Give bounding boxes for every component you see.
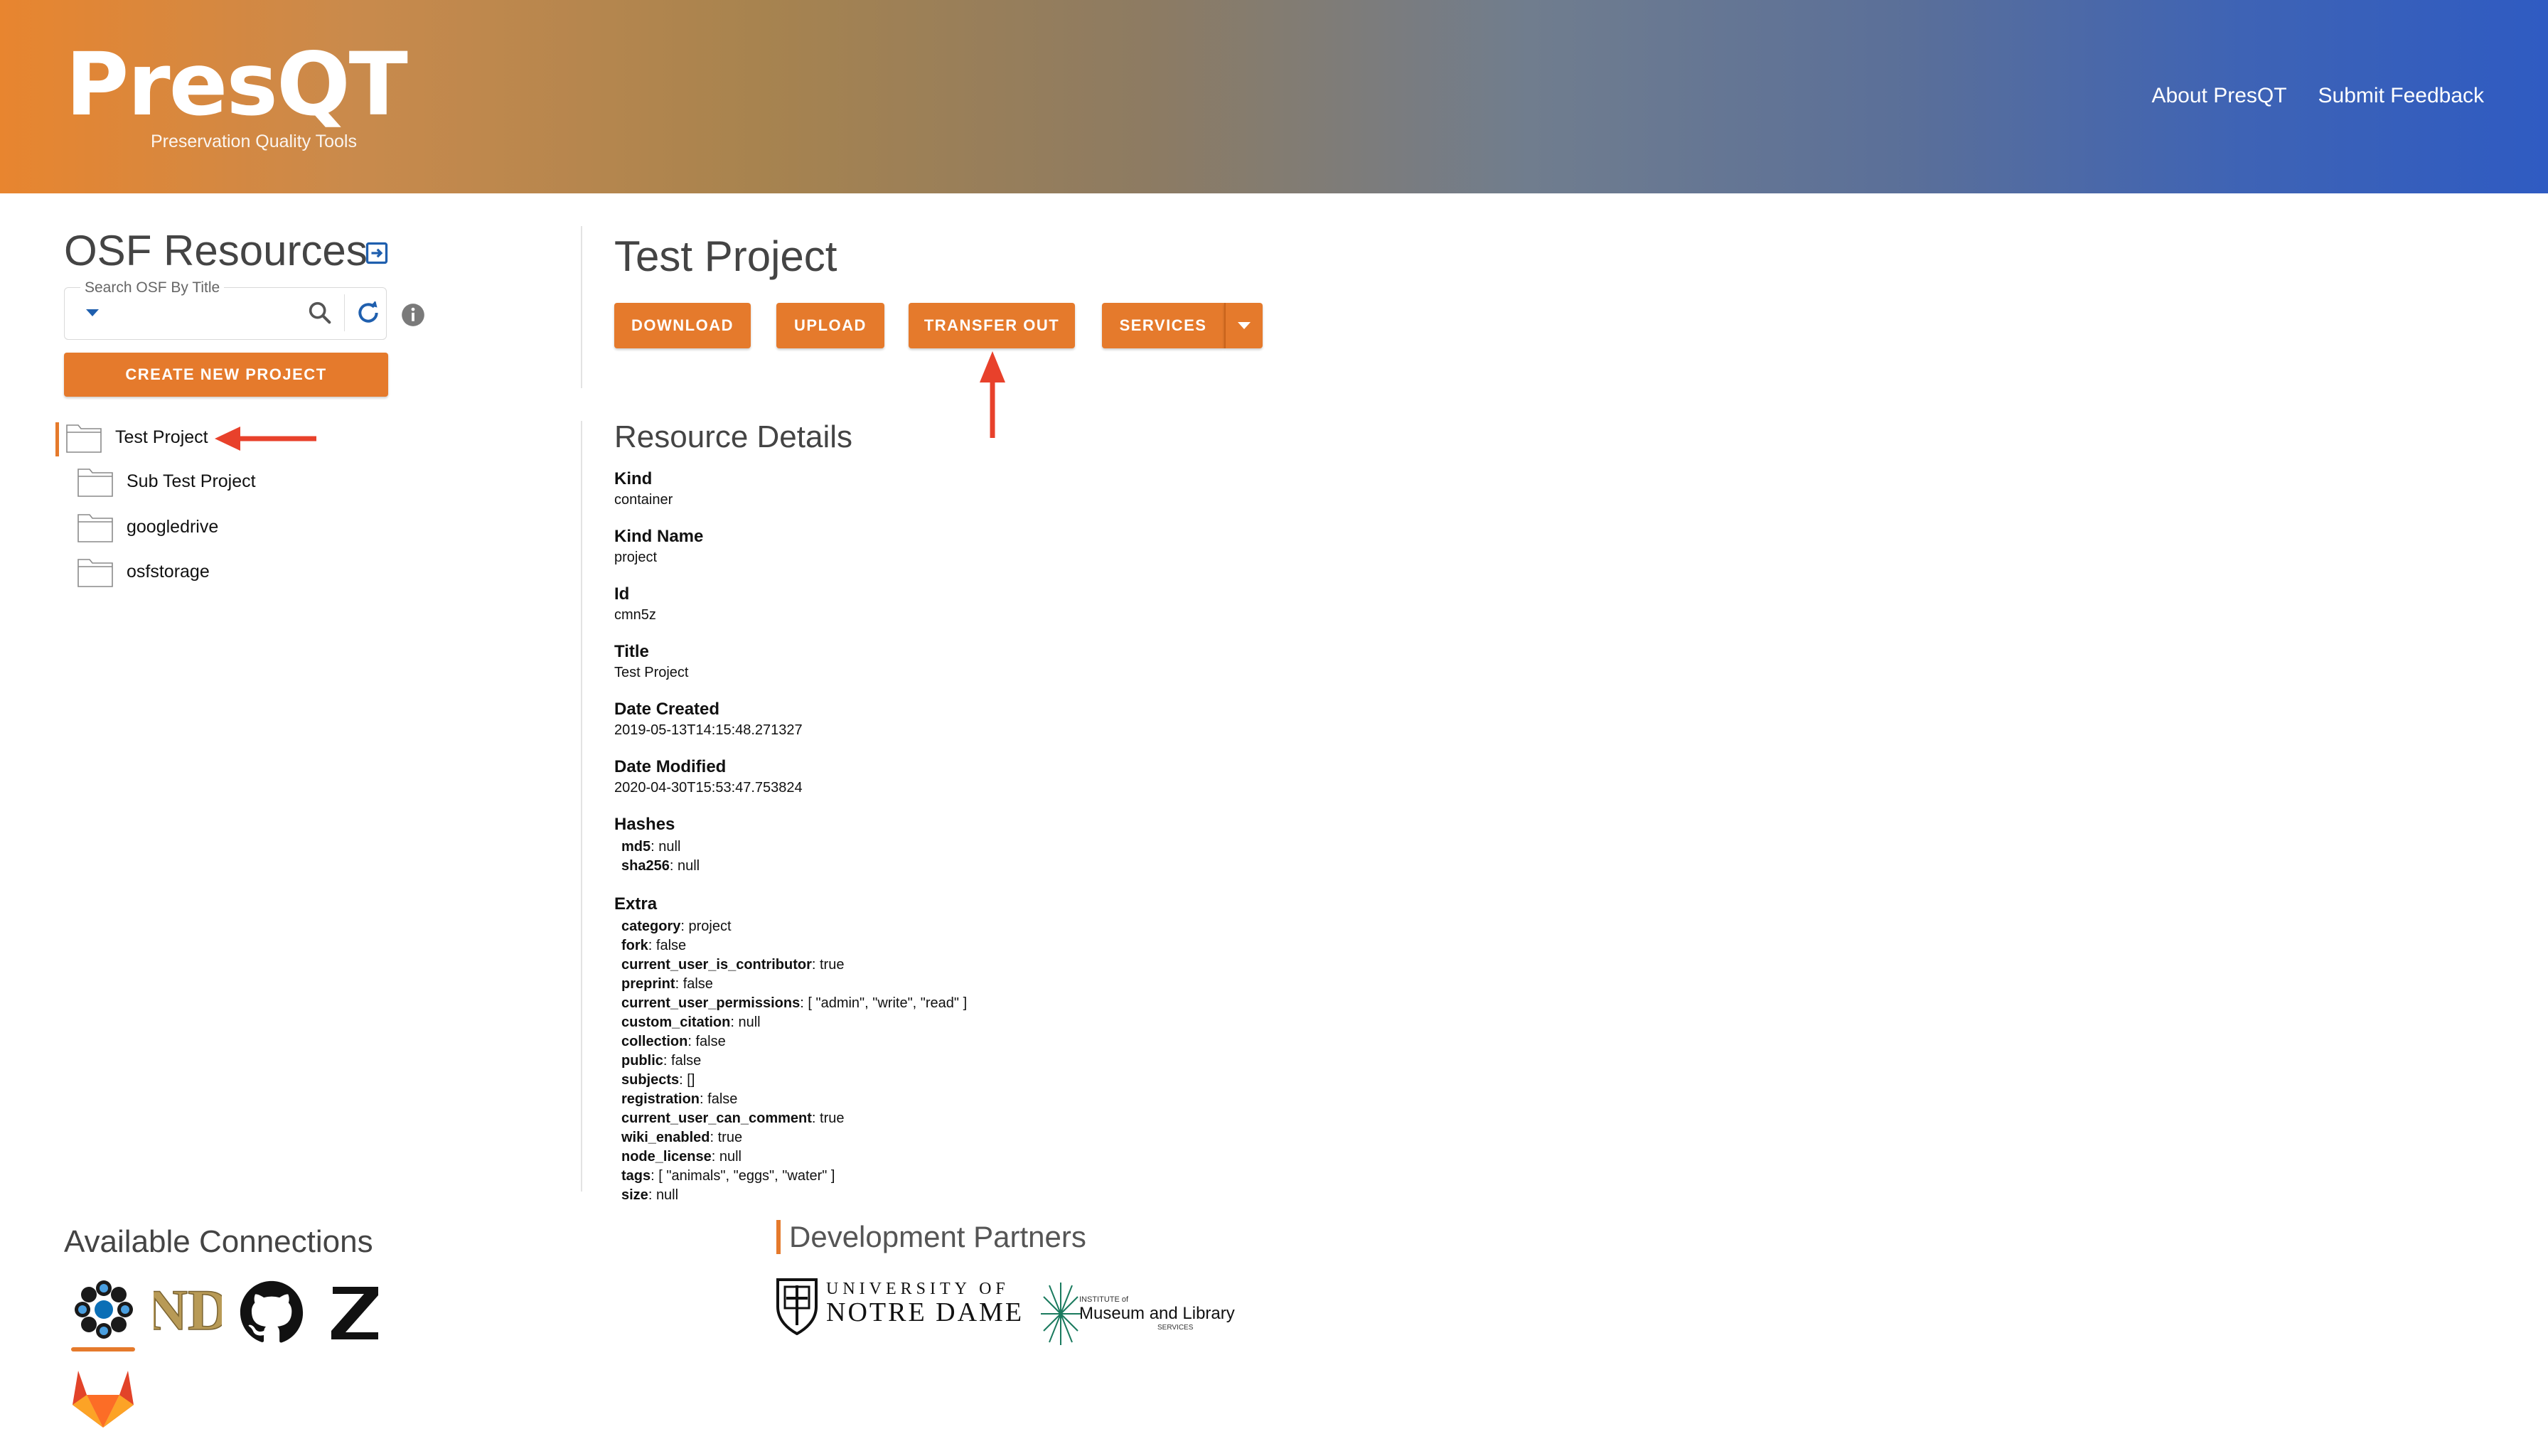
login-icon[interactable] [364, 240, 390, 266]
svg-text:ND: ND [154, 1280, 222, 1341]
extra-row: node_license: null [621, 1149, 742, 1165]
tree-item-osfstorage[interactable]: osfstorage [77, 555, 210, 588]
search-dropdown-icon[interactable] [86, 309, 99, 316]
extra-row: registration: false [621, 1091, 738, 1107]
extra-row: current_user_permissions: [ "admin", "wr… [621, 995, 968, 1011]
hashes-label: Hashes [614, 815, 675, 834]
folder-icon [77, 559, 113, 587]
folder-icon [77, 514, 113, 542]
detail-label: Date Modified [614, 757, 727, 776]
folder-icon [66, 424, 102, 453]
download-button[interactable]: DOWNLOAD [614, 303, 751, 348]
folder-icon [77, 469, 113, 497]
tree-item-label: googledrive [127, 516, 219, 537]
upload-button[interactable]: UPLOAD [776, 303, 884, 348]
panel-divider-top [581, 226, 582, 388]
extra-row: fork: false [621, 938, 687, 953]
services-button[interactable]: SERVICES [1102, 303, 1224, 348]
search-field: Search OSF By Title [64, 279, 387, 340]
imls-logo-line1: INSTITUTE of [1079, 1295, 1129, 1304]
extra-row: current_user_can_comment: true [621, 1110, 845, 1126]
arrow-annotation-up [980, 351, 1005, 438]
imls-starburst-icon [1041, 1283, 1081, 1345]
search-separator [344, 294, 345, 331]
search-icon[interactable] [306, 299, 334, 327]
info-icon[interactable] [400, 301, 427, 328]
panel-divider-bottom [581, 421, 582, 1192]
extra-row: public: false [621, 1053, 702, 1069]
github-icon[interactable] [239, 1280, 304, 1345]
tree-item-googledrive[interactable]: googledrive [77, 510, 218, 543]
tree-item-test-project[interactable]: Test Project [65, 421, 208, 454]
extra-row: size: null [621, 1187, 679, 1203]
header: PresQT Preservation Quality Tools About … [0, 0, 2548, 193]
active-connection-indicator [71, 1347, 135, 1351]
extra-row: wiki_enabled: true [621, 1130, 743, 1145]
nd-logo-line1: UNIVERSITY OF [826, 1280, 1010, 1298]
extra-row: custom_citation: null [621, 1015, 761, 1030]
gitlab-icon[interactable] [70, 1366, 136, 1430]
chevron-down-icon [1238, 322, 1251, 329]
extra-row: preprint: false [621, 976, 713, 992]
tree-item-label: osfstorage [127, 561, 210, 582]
transfer-out-button[interactable]: TRANSFER OUT [909, 303, 1075, 348]
detail-value: project [614, 550, 658, 565]
tree-item-sub-test-project[interactable]: Sub Test Project [77, 465, 256, 498]
detail-label: Kind Name [614, 527, 704, 546]
nav-feedback-link[interactable]: Submit Feedback [2318, 84, 2484, 108]
detail-label: Date Created [614, 700, 720, 719]
detail-value: 2019-05-13T14:15:48.271327 [614, 722, 803, 738]
available-connections-title: Available Connections [64, 1224, 373, 1259]
sidebar-title: OSF Resources [64, 227, 368, 274]
hash-row: sha256: null [621, 858, 700, 874]
imls-logo-line3: SERVICES [1157, 1324, 1194, 1332]
logo-subtitle: Preservation Quality Tools [151, 132, 357, 151]
detail-value: cmn5z [614, 607, 656, 623]
hashes-list: md5: null sha256: null [614, 837, 1396, 876]
development-partners-title: Development Partners [776, 1220, 1086, 1254]
tree-item-label: Sub Test Project [127, 471, 256, 491]
extra-list: category: project fork: false current_us… [614, 917, 1396, 1205]
extra-label: Extra [614, 894, 658, 914]
tree-item-label: Test Project [115, 427, 208, 447]
detail-label: Title [614, 642, 649, 661]
page: PresQT Preservation Quality Tools About … [0, 0, 2548, 1456]
extra-row: collection: false [621, 1034, 726, 1049]
notre-dame-shield-icon [776, 1278, 818, 1335]
osf-icon[interactable] [71, 1277, 136, 1342]
detail-value: Test Project [614, 665, 689, 680]
notre-dame-icon[interactable]: ND [154, 1280, 222, 1341]
nav-about-link[interactable]: About PresQT [2151, 84, 2286, 108]
extra-row: subjects: [] [621, 1072, 695, 1088]
resource-details-title: Resource Details [614, 419, 853, 454]
tree-active-indicator [55, 422, 59, 456]
detail-label: Kind [614, 469, 653, 488]
arrow-annotation-left [215, 427, 316, 451]
nd-logo-line2: NOTRE DAME [826, 1297, 1024, 1327]
hash-row: md5: null [621, 839, 681, 855]
zenodo-icon[interactable] [326, 1281, 385, 1344]
search-input[interactable] [107, 299, 321, 328]
extra-row: current_user_is_contributor: true [621, 957, 845, 973]
imls-logo-line2: Museum and Library [1079, 1304, 1235, 1323]
extra-row: tags: [ "animals", "eggs", "water" ] [621, 1168, 835, 1184]
logo-title[interactable]: PresQT [65, 41, 408, 128]
detail-value: container [614, 492, 673, 508]
top-nav: About PresQT Submit Feedback [2151, 84, 2484, 108]
page-title: Test Project [614, 232, 837, 280]
detail-value: 2020-04-30T15:53:47.753824 [614, 780, 803, 796]
detail-label: Id [614, 584, 630, 604]
services-dropdown-button[interactable] [1224, 303, 1263, 348]
extra-row: category: project [621, 919, 732, 934]
create-new-project-button[interactable]: CREATE NEW PROJECT [64, 353, 388, 397]
search-field-label: Search OSF By Title [80, 279, 225, 296]
resource-details: Kind container Kind Name project Id cmn5… [614, 469, 1396, 1205]
refresh-icon[interactable] [354, 299, 382, 327]
